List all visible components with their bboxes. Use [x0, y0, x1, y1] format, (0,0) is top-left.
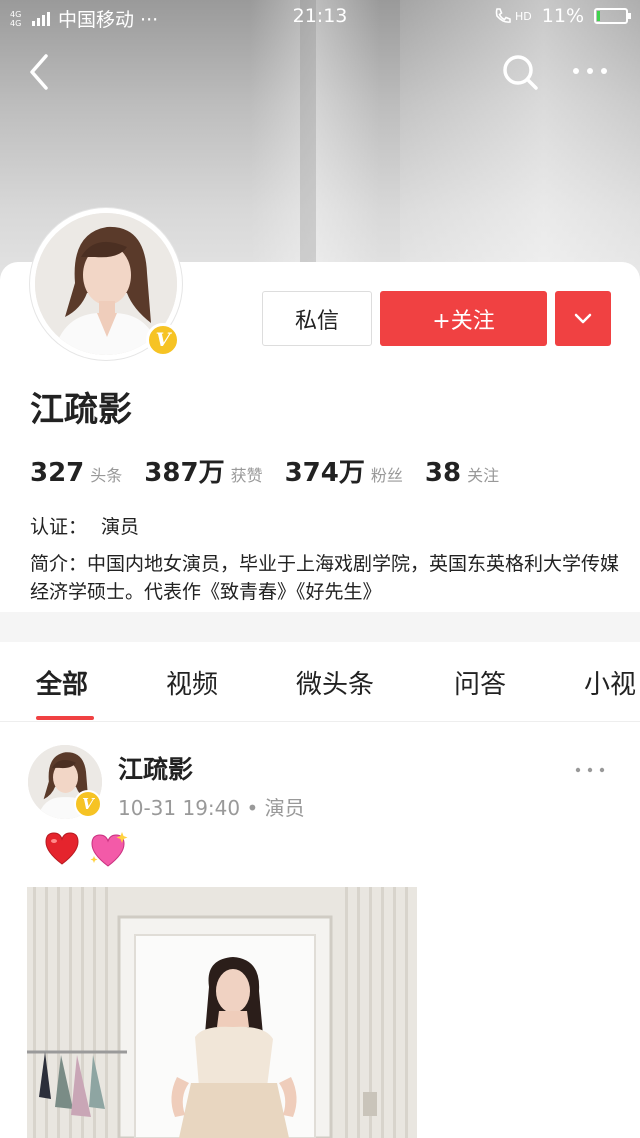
stat-value: 387万	[144, 458, 225, 488]
verified-badge-icon: V	[146, 323, 180, 357]
post-text	[42, 830, 130, 870]
more-dots-icon	[575, 767, 605, 773]
chevron-left-icon	[30, 54, 48, 90]
stat-likes: 387万 获赞	[144, 452, 262, 489]
verified-badge-icon: V	[74, 790, 102, 818]
more-options-button[interactable]	[568, 56, 612, 86]
stat-following[interactable]: 38 关注	[425, 458, 499, 488]
stat-value: 38	[424, 458, 462, 488]
stat-label: 关注	[467, 466, 500, 485]
active-tab-indicator	[36, 716, 94, 720]
post-more-button[interactable]	[570, 760, 610, 780]
post-author-name[interactable]: 江疏影	[118, 750, 193, 786]
intro-key: 简介：	[30, 553, 88, 575]
post-photo[interactable]	[27, 887, 417, 1138]
follow-dropdown-button[interactable]	[555, 291, 611, 346]
follow-button[interactable]: +关注	[380, 291, 547, 346]
profile-name: 江疏影	[30, 390, 132, 430]
stat-value: 327	[30, 458, 85, 488]
hd-label: HD	[515, 9, 532, 23]
intro-value: 中国内地女演员，毕业于上海戏剧学院，英国东英格利大学传媒经济学硕士。代表作《致青…	[30, 553, 620, 603]
post-meta: 10-31 19:40 • 演员	[118, 796, 305, 820]
stat-label: 粉丝	[370, 466, 403, 485]
certification-key: 认证：	[30, 516, 88, 538]
tab-qa[interactable]: 问答	[454, 664, 506, 701]
message-button[interactable]: 私信	[262, 291, 372, 346]
back-button[interactable]	[22, 50, 62, 94]
certification-value: 演员	[101, 516, 140, 538]
tab-video[interactable]: 视频	[166, 664, 218, 701]
battery-icon	[594, 8, 631, 24]
search-button[interactable]	[498, 50, 542, 94]
tab-short-video[interactable]: 小视	[584, 664, 636, 701]
content-tabs: 全部 视频 微头条 问答 小视	[0, 642, 640, 722]
stat-followers[interactable]: 374万 粉丝	[285, 452, 403, 489]
battery-percent: 11%	[541, 5, 584, 27]
stat-label: 头条	[90, 466, 123, 485]
tab-micro-posts[interactable]: 微头条	[296, 664, 374, 701]
more-dots-icon	[573, 68, 607, 74]
stat-articles[interactable]: 327 头条	[30, 458, 122, 488]
tab-all[interactable]: 全部	[36, 664, 88, 701]
stat-label: 获赞	[230, 466, 263, 485]
profile-stats: 327 头条 387万 获赞 374万 粉丝 38 关注	[30, 452, 521, 489]
call-hd-icon: HD	[493, 6, 532, 26]
section-divider	[0, 612, 640, 642]
sparkling-heart-emoji-icon	[90, 832, 128, 867]
status-bar: 4G 4G 中国移动 ··· 21:13 HD 11%	[0, 0, 640, 34]
chevron-down-icon	[574, 313, 592, 323]
stat-value: 374万	[284, 458, 365, 488]
search-icon	[503, 55, 538, 90]
heart-emoji-icon	[45, 832, 79, 865]
profile-intro: 简介：中国内地女演员，毕业于上海戏剧学院，英国东英格利大学传媒经济学硕士。代表作…	[30, 550, 620, 606]
certification: 认证： 演员	[30, 512, 139, 539]
post-photo-image	[27, 887, 417, 1138]
